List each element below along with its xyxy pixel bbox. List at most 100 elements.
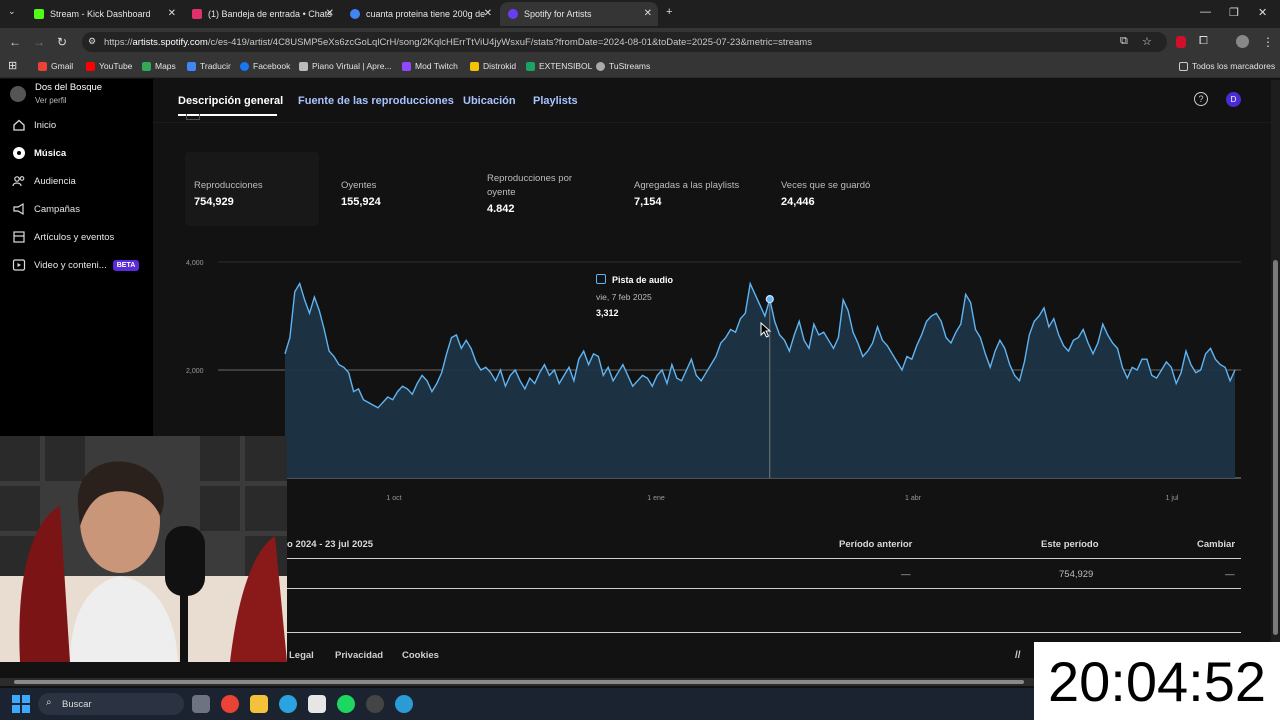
- install-app-icon[interactable]: ⧉: [1120, 35, 1128, 48]
- spotify-artists-icon: [508, 9, 518, 19]
- vertical-scrollbar-thumb[interactable]: [1273, 260, 1278, 635]
- close-icon[interactable]: ✕: [644, 8, 652, 19]
- bookmark-facebook[interactable]: Facebook: [240, 61, 290, 71]
- url-prefix: https://: [104, 37, 133, 48]
- tab-title: Stream - Kick Dashboard: [50, 9, 151, 19]
- divider: [153, 122, 1271, 123]
- reload-icon[interactable]: ↻: [57, 35, 67, 49]
- new-tab-icon[interactable]: +: [666, 6, 672, 18]
- task-view-icon[interactable]: [192, 695, 210, 713]
- extensions-icon[interactable]: ⧠: [1199, 35, 1208, 48]
- tab-spotify-artists[interactable]: Spotify for Artists ✕: [500, 2, 658, 26]
- bookmark-label: Facebook: [253, 61, 291, 71]
- spotify-logo-icon: //: [1015, 650, 1021, 661]
- x-axis-ticks: 1 oct 1 ene 1 abr 1 jul: [386, 495, 1178, 502]
- bookmark-label: EXTENSIBOL: [539, 61, 593, 71]
- stat-card-streams-per-listener[interactable]: Reproducciones por oyente 4.842: [487, 152, 587, 226]
- url-text[interactable]: https://artists.spotify.com/c/es-419/art…: [104, 37, 812, 48]
- taskbar-search-label: Buscar: [62, 698, 92, 710]
- view-profile-link[interactable]: Ver perfil: [35, 96, 67, 105]
- forward-icon[interactable]: →: [33, 35, 45, 49]
- tab-ubicacion[interactable]: Ubicación: [463, 95, 516, 107]
- sidebar-item-video[interactable]: Video y conteni... BETA: [12, 258, 140, 272]
- back-icon[interactable]: ←: [9, 35, 21, 49]
- bookmark-label: TuStreams: [609, 61, 651, 71]
- bookmark-tustreams[interactable]: TuStreams: [596, 61, 650, 71]
- bookmark-traducir[interactable]: Traducir: [187, 61, 231, 71]
- apps-icon[interactable]: ⊞: [8, 59, 17, 72]
- close-icon[interactable]: ✕: [168, 8, 176, 19]
- stat-label: Agregadas a las playlists: [634, 180, 740, 191]
- bookmark-gmail[interactable]: Gmail: [38, 61, 73, 71]
- tab-list-icon[interactable]: ⌄: [8, 6, 16, 17]
- sidebar-item-articulos[interactable]: Artículos y eventos: [12, 230, 114, 244]
- profile-avatar-icon[interactable]: [1236, 35, 1249, 48]
- screen: ⌄ Stream - Kick Dashboard ✕ (1) Bandeja d…: [0, 0, 1280, 720]
- video-icon: [12, 259, 26, 271]
- home-icon: [13, 119, 25, 131]
- bookmark-label: Maps: [155, 61, 176, 71]
- edge-icon[interactable]: [395, 695, 413, 713]
- bookmark-piano[interactable]: Piano Virtual | Apre...: [299, 61, 392, 71]
- tab-descripcion-general[interactable]: Descripción general: [178, 95, 283, 107]
- restore-icon[interactable]: ❐: [1229, 6, 1239, 19]
- stat-card-playlist-adds[interactable]: Agregadas a las playlists 7,154: [634, 152, 764, 226]
- footer-privacy-link[interactable]: Privacidad: [335, 650, 383, 661]
- capcut-icon[interactable]: [308, 695, 326, 713]
- stat-card-saves[interactable]: Veces que se guardó 24,446: [781, 152, 911, 226]
- bookmark-maps[interactable]: Maps: [142, 61, 176, 71]
- all-bookmarks[interactable]: Todos los marcadores: [1179, 61, 1275, 71]
- footer-cookies-link[interactable]: Cookies: [402, 650, 439, 661]
- music-icon: [13, 147, 25, 159]
- tab-kick[interactable]: Stream - Kick Dashboard ✕: [26, 2, 182, 26]
- close-icon[interactable]: ✕: [326, 8, 334, 19]
- sidebar-item-label: Música: [34, 147, 67, 159]
- url-path: /c/es-419/artist/4C8USMP5eXs6zcGoLqlCrH/…: [207, 37, 812, 48]
- sidebar-item-audiencia[interactable]: Audiencia: [12, 174, 76, 188]
- y-tick-label: 4,000: [186, 260, 204, 267]
- bookmark-label: Mod Twitch: [415, 61, 458, 71]
- bookmark-extensibol[interactable]: EXTENSIBOL: [526, 61, 592, 71]
- file-explorer-icon[interactable]: [250, 695, 268, 713]
- bookmark-star-icon[interactable]: ☆: [1142, 35, 1152, 48]
- tab-title: cuanta proteina tiene 200g de: [366, 9, 486, 19]
- sidebar-item-musica[interactable]: Música: [12, 146, 66, 160]
- tab-instagram[interactable]: (1) Bandeja de entrada • Chats ✕: [184, 2, 340, 26]
- mouse-cursor-icon: [760, 322, 772, 338]
- sidebar-item-campanas[interactable]: Campañas: [12, 202, 80, 216]
- stat-card-listeners[interactable]: Oyentes 155,924: [341, 152, 471, 226]
- extension-icon[interactable]: [1176, 36, 1186, 48]
- y-tick-label: 2,000: [186, 368, 204, 375]
- help-icon[interactable]: ?: [1194, 92, 1208, 106]
- artist-avatar[interactable]: [10, 86, 26, 102]
- bookmark-youtube[interactable]: YouTube: [86, 61, 132, 71]
- sidebar-item-inicio[interactable]: Inicio: [12, 118, 56, 132]
- stat-card-streams[interactable]: Reproducciones 754,929: [185, 152, 319, 226]
- hover-point: [765, 295, 774, 304]
- site-info-icon[interactable]: ⚙: [88, 36, 96, 47]
- footer-legal-link[interactable]: Legal: [289, 650, 314, 661]
- chrome-icon[interactable]: [221, 695, 239, 713]
- table-header-previous: Período anterior: [839, 539, 913, 550]
- stat-value: 7,154: [634, 196, 662, 208]
- spotify-icon[interactable]: [337, 695, 355, 713]
- minimize-icon[interactable]: —: [1200, 6, 1211, 18]
- bookmark-distrokid[interactable]: Distrokid: [470, 61, 516, 71]
- telegram-icon[interactable]: [279, 695, 297, 713]
- obs-icon[interactable]: [366, 695, 384, 713]
- search-icon: ⌕: [46, 697, 52, 708]
- tab-playlists[interactable]: Playlists: [533, 95, 578, 107]
- windows-start-icon[interactable]: [12, 695, 30, 713]
- bookmark-mod-twitch[interactable]: Mod Twitch: [402, 61, 458, 71]
- stat-label: Veces que se guardó: [781, 180, 871, 191]
- tab-google[interactable]: cuanta proteina tiene 200g de ✕: [342, 2, 498, 26]
- close-icon[interactable]: ✕: [484, 8, 492, 19]
- sidebar-item-label: Audiencia: [34, 175, 76, 187]
- user-avatar[interactable]: D: [1226, 92, 1241, 107]
- tab-fuente[interactable]: Fuente de las reproducciones: [298, 95, 454, 107]
- horizontal-scrollbar-thumb[interactable]: [14, 680, 1024, 684]
- taskbar-search[interactable]: ⌕ Buscar: [38, 693, 184, 715]
- window-close-icon[interactable]: ✕: [1258, 6, 1267, 19]
- menu-icon[interactable]: ⋮: [1262, 35, 1274, 49]
- notice-checkbox[interactable]: [186, 114, 200, 120]
